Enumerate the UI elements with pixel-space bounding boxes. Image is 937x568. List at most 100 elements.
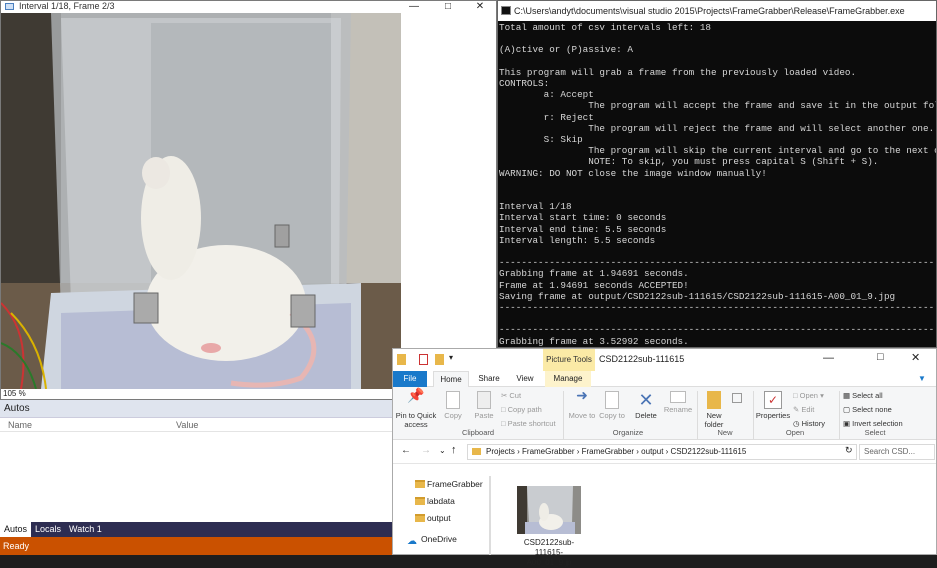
refresh-icon[interactable]: ↻ <box>845 445 853 456</box>
new-item-button[interactable] <box>729 393 745 405</box>
folder-icon <box>397 354 406 365</box>
crumb-projects[interactable]: Projects <box>486 447 515 456</box>
file-thumbnail <box>517 486 581 534</box>
up-icon[interactable]: ↑ <box>451 444 457 456</box>
console-line: ----------------------------------------… <box>499 324 935 336</box>
pin-quick-access-button[interactable]: 📌 Pin to Quick access <box>395 387 437 429</box>
console-line: Saving frame at output/CSD2122sub-111615… <box>499 290 896 302</box>
cut-button[interactable]: ✂ Cut <box>501 391 521 400</box>
autos-header: Autos <box>0 400 392 418</box>
picture-tools-label: Picture Tools <box>543 349 595 371</box>
select-all-button[interactable]: ▦ Select all <box>843 391 883 400</box>
crumb-current[interactable]: CSD2122sub-111615 <box>671 447 747 456</box>
tab-autos[interactable]: Autos <box>0 522 32 537</box>
tab-share[interactable]: Share <box>473 371 505 387</box>
new-item-icon <box>732 393 742 403</box>
maximize-button[interactable]: □ <box>877 351 884 363</box>
crumb-framegrabber[interactable]: FrameGrabber <box>522 447 574 456</box>
nav-scrollbar[interactable] <box>489 476 491 555</box>
group-select: Select <box>864 428 886 437</box>
divider <box>753 391 754 439</box>
console-line: Grabbing frame at 1.94691 seconds. <box>499 268 689 280</box>
properties-button[interactable]: ✓ Properties <box>755 391 791 420</box>
console-line: Interval length: 5.5 seconds <box>499 234 656 246</box>
move-to-button[interactable]: ➜ Move to <box>567 387 597 420</box>
breadcrumb[interactable]: Projects › FrameGrabber › FrameGrabber ›… <box>467 444 857 460</box>
minimize-button[interactable]: — <box>823 352 834 364</box>
tab-home[interactable]: Home <box>433 371 469 388</box>
forward-icon[interactable]: → <box>421 445 431 456</box>
rename-icon <box>670 391 686 403</box>
help-icon[interactable]: ▼ <box>915 371 929 387</box>
crumb-framegrabber-sub[interactable]: FrameGrabber <box>582 447 634 456</box>
delete-button[interactable]: ✕ Delete <box>631 391 661 420</box>
video-window-titlebar[interactable]: Interval 1/18, Frame 2/3 — □ ✕ <box>1 1 496 13</box>
console-line: Total amount of csv intervals left: 18 <box>499 22 712 33</box>
group-open: Open <box>785 428 805 437</box>
console-line: The program will reject the frame and wi… <box>499 122 935 134</box>
crumb-output[interactable]: output <box>641 447 663 456</box>
paste-button[interactable]: Paste <box>469 391 499 420</box>
search-input[interactable]: Search CSD... <box>859 444 935 460</box>
thumbnail-image <box>517 486 581 534</box>
close-button[interactable]: ✕ <box>463 1 497 13</box>
properties-icon: ✓ <box>764 391 782 409</box>
invert-selection-button[interactable]: ▣ Invert selection <box>843 419 903 428</box>
nav-item-onedrive[interactable]: ☁ OneDrive <box>393 531 489 548</box>
column-value[interactable]: Value <box>176 418 198 432</box>
copy-button[interactable]: Copy <box>439 391 467 420</box>
divider <box>563 391 564 439</box>
history-button[interactable]: ◷ History <box>793 419 825 428</box>
close-button[interactable]: ✕ <box>911 351 920 364</box>
zoom-level: 105 % <box>1 389 401 399</box>
paste-shortcut-button[interactable]: □ Paste shortcut <box>501 419 556 428</box>
group-organize: Organize <box>612 428 644 437</box>
recent-locations-icon[interactable]: ⌄ <box>439 446 446 455</box>
tab-locals[interactable]: Locals <box>31 522 65 537</box>
folder-icon <box>415 497 425 505</box>
nav-item-output[interactable]: output <box>393 510 489 527</box>
nav-item-labdata[interactable]: labdata <box>393 493 489 510</box>
console-line: WARNING: DO NOT close the image window m… <box>499 167 767 179</box>
group-clipboard: Clipboard <box>461 428 495 437</box>
copy-path-button[interactable]: □ Copy path <box>501 405 542 414</box>
nav-item-framegrabber[interactable]: FrameGrabber <box>393 476 489 493</box>
autos-columns: Name Value <box>0 418 392 432</box>
console-line: Frame at 1.94691 seconds ACCEPTED! <box>499 279 689 291</box>
qat-dropdown-icon[interactable]: ▾ <box>449 353 453 362</box>
console-line: S: Skip <box>499 134 583 146</box>
console-line: (A)ctive or (P)assive: A <box>499 44 633 56</box>
ribbon-home: 📌 Pin to Quick access Copy Paste ✂ Cut □ … <box>393 387 936 440</box>
video-frame <box>1 13 401 389</box>
edit-button[interactable]: ✎ Edit <box>793 405 814 414</box>
open-button[interactable]: □ Open ▾ <box>793 391 824 400</box>
back-icon[interactable]: ← <box>401 445 411 456</box>
column-name[interactable]: Name <box>8 418 32 432</box>
video-window-title: Interval 1/18, Frame 2/3 <box>19 1 115 11</box>
navigation-pane: FrameGrabber labdata output ☁ OneDrive <box>393 476 489 555</box>
properties-qat-icon[interactable] <box>419 354 428 365</box>
tab-watch[interactable]: Watch 1 <box>65 522 106 537</box>
rat-cage-image <box>1 13 401 389</box>
video-window: Interval 1/18, Frame 2/3 — □ ✕ 105 % <box>0 0 497 400</box>
tab-view[interactable]: View <box>509 371 541 387</box>
new-folder-qat-icon[interactable] <box>435 354 444 365</box>
explorer-titlebar[interactable]: ▾ Picture Tools CSD2122sub-111615 — □ ✕ <box>393 349 936 371</box>
file-item[interactable]: CSD2122sub-111615-A00_01_9.jp <box>517 486 581 568</box>
move-icon: ➜ <box>576 387 588 403</box>
pin-icon: 📌 <box>407 387 425 403</box>
autos-panel: Autos Name Value Autos Locals Watch 1 <box>0 400 392 537</box>
tab-manage[interactable]: Manage <box>545 371 591 387</box>
new-folder-button[interactable]: New folder <box>701 391 727 429</box>
console-line: Grabbing frame at 3.52992 seconds. <box>499 335 689 347</box>
select-none-button[interactable]: ▢ Select none <box>843 405 892 414</box>
minimize-button[interactable]: — <box>397 1 431 13</box>
tab-file[interactable]: File <box>393 371 427 387</box>
new-folder-icon <box>707 391 721 409</box>
console-titlebar[interactable]: C:\Users\andyt\documents\visual studio 2… <box>498 1 936 21</box>
copy-to-button[interactable]: Copy to <box>597 391 627 420</box>
rename-button[interactable]: Rename <box>661 391 695 414</box>
maximize-button[interactable]: □ <box>431 1 465 13</box>
